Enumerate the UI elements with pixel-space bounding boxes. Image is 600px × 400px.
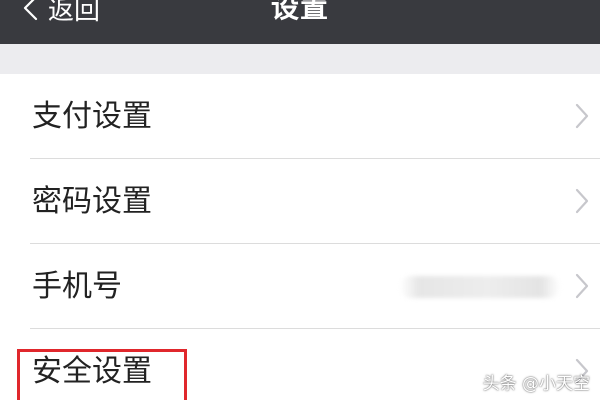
chevron-right-icon bbox=[574, 272, 590, 304]
settings-item-label: 安全设置 bbox=[32, 354, 152, 389]
top-navbar: 返回 设置 bbox=[0, 0, 600, 44]
page-title: 设置 bbox=[270, 0, 329, 24]
watermark: 头条 @小天空 bbox=[482, 374, 590, 394]
settings-screen: 返回 设置 支付设置 密码设置 手机号 安全设置 头条 @小天空 bbox=[0, 0, 600, 400]
settings-item-phone[interactable]: 手机号 bbox=[0, 244, 600, 329]
settings-item-label: 支付设置 bbox=[32, 99, 152, 134]
settings-item-payment[interactable]: 支付设置 bbox=[0, 74, 600, 159]
chevron-right-icon bbox=[574, 102, 590, 134]
settings-list: 支付设置 密码设置 手机号 安全设置 bbox=[0, 74, 600, 400]
settings-item-password[interactable]: 密码设置 bbox=[0, 159, 600, 244]
chevron-right-icon bbox=[574, 187, 590, 219]
blurred-phone-value bbox=[400, 276, 560, 298]
settings-item-label: 手机号 bbox=[32, 269, 122, 304]
settings-item-label: 密码设置 bbox=[32, 184, 152, 219]
